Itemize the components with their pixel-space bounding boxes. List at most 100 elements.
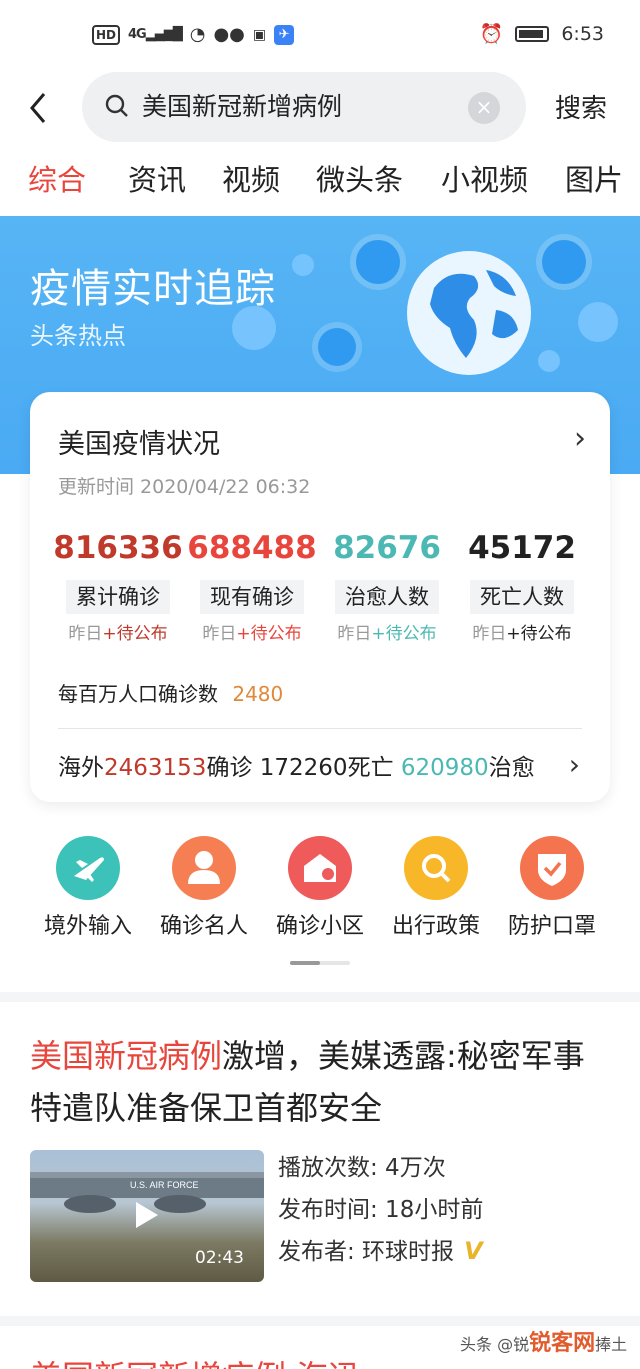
stat-recovered: 82676 治愈人数 昨日+待公布 <box>317 528 457 646</box>
search-box[interactable]: 美国新冠新增病例 × <box>82 72 526 142</box>
back-arrow-icon[interactable] <box>24 88 60 128</box>
banner-subtitle: 头条热点 <box>30 322 126 350</box>
stat-label: 治愈人数 <box>335 580 439 614</box>
overseas-recovered-label: 治愈 <box>488 755 535 781</box>
chevron-right-icon[interactable]: › <box>569 750 580 780</box>
banner-title: 疫情实时追踪 <box>30 266 276 312</box>
stat-label: 累计确诊 <box>66 580 170 614</box>
quick-link-celebrities[interactable]: 确诊名人 <box>146 836 262 940</box>
overseas-summary[interactable]: 海外2463153确诊 172260死亡 620980治愈 <box>58 748 535 782</box>
update-time: 更新时间 2020/04/22 06:32 <box>58 476 311 498</box>
quick-link-label: 确诊小区 <box>275 914 364 939</box>
overseas-prefix: 海外 <box>58 755 104 781</box>
stat-value: 45172 <box>468 530 576 566</box>
stat-value: 82676 <box>333 530 441 566</box>
watermark: 头条 @锐锐客网捧土 <box>460 1325 627 1357</box>
watermark-source: 头条 @锐 <box>460 1335 530 1354</box>
virus-icon <box>292 254 314 276</box>
category-tabs: 综合 资讯 视频 微头条 小视频 图片 <box>0 158 640 214</box>
video-duration: 02:43 <box>195 1248 244 1268</box>
page-indicator <box>290 961 350 965</box>
shield-check-icon <box>520 836 584 900</box>
network-signal-icon: 4G▂▄▆█ <box>128 27 183 42</box>
search-icon <box>105 94 128 117</box>
stat-note: 昨日+待公布 <box>472 624 572 644</box>
quick-link-imported-cases[interactable]: 境外输入 <box>30 836 146 940</box>
alarm-icon: ⏰ <box>479 23 504 45</box>
divider <box>58 728 582 729</box>
quick-link-label: 确诊名人 <box>159 914 248 939</box>
battery-icon <box>515 25 550 42</box>
quick-link-label: 防护口罩 <box>507 914 596 939</box>
quick-link-label: 境外输入 <box>43 914 132 939</box>
person-icon <box>172 836 236 900</box>
stat-deaths: 45172 死亡人数 昨日+待公布 <box>452 528 592 646</box>
watermark-logo: 锐客网 <box>529 1331 596 1356</box>
quick-link-label: 出行政策 <box>391 914 480 939</box>
hd-badge: HD <box>92 24 121 45</box>
stat-total-confirmed: 816336 累计确诊 昨日+待公布 <box>48 528 188 646</box>
quick-links: 境外输入 确诊名人 确诊小区 出行政策 防护口罩 <box>0 836 640 946</box>
app-notification-icon: ▣ <box>252 26 267 43</box>
tab-all[interactable]: 综合 <box>28 158 86 202</box>
overseas-recovered: 620980 <box>400 755 489 781</box>
per-million-label: 每百万人口确诊数 <box>58 682 218 706</box>
stat-label: 死亡人数 <box>470 580 574 614</box>
per-million-row: 每百万人口确诊数 2480 <box>58 678 283 707</box>
feishu-icon: ✈ <box>274 24 295 45</box>
search-input[interactable]: 美国新冠新增病例 <box>142 90 342 124</box>
watermark-suffix: 捧土 <box>595 1335 628 1354</box>
publisher-name: 发布者: 环球时报 <box>278 1239 455 1265</box>
tab-news[interactable]: 资讯 <box>128 158 186 202</box>
plane-icon <box>56 836 120 900</box>
stat-current-confirmed: 688488 现有确诊 昨日+待公布 <box>182 528 322 646</box>
video-thumbnail[interactable]: U.S. AIR FORCE 02:43 <box>30 1150 264 1282</box>
wechat-icon: ●● <box>213 24 245 45</box>
clock: 6:53 <box>561 22 604 45</box>
wifi-icon: ◔ <box>189 24 206 45</box>
virus-icon <box>232 306 276 350</box>
search-icon <box>404 836 468 900</box>
search-button[interactable]: 搜索 <box>555 88 607 125</box>
clear-icon[interactable]: × <box>468 92 500 124</box>
card-title: 美国疫情状况 <box>58 429 220 460</box>
next-article-title[interactable]: 美国新冠新增病例 海迅 <box>30 1352 360 1369</box>
stat-note: 昨日+待公布 <box>68 624 168 644</box>
stat-note: 昨日+待公布 <box>337 624 437 644</box>
play-icon[interactable] <box>136 1202 158 1228</box>
overseas-confirmed: 2463153 <box>104 755 207 781</box>
sanitizer-icon <box>542 240 586 284</box>
tab-video[interactable]: 视频 <box>222 158 280 202</box>
network-type: 4G <box>128 27 147 42</box>
virus-icon <box>538 350 560 372</box>
tab-micro-headlines[interactable]: 微头条 <box>316 158 403 202</box>
overseas-confirmed-label: 确诊 <box>206 755 253 781</box>
status-bar: HD 4G▂▄▆█ ◔ ●● ▣ ✈ ⏰ 6:53 <box>0 0 640 70</box>
chevron-right-icon[interactable]: › <box>574 422 586 456</box>
us-epidemic-card[interactable]: 美国疫情状况 › 更新时间 2020/04/22 06:32 816336 累计… <box>30 392 610 802</box>
tab-short-video[interactable]: 小视频 <box>441 158 528 202</box>
verified-badge-icon: V <box>464 1237 483 1265</box>
aircraft-text: U.S. AIR FORCE <box>130 1180 199 1190</box>
house-pin-icon <box>288 836 352 900</box>
status-right: ⏰ 6:53 <box>479 22 604 46</box>
video-plays: 播放次数: 4万次 <box>278 1155 446 1181</box>
quick-link-masks[interactable]: 防护口罩 <box>494 836 610 940</box>
mask-icon <box>356 240 400 284</box>
stat-note: 昨日+待公布 <box>202 624 302 644</box>
stat-label: 现有确诊 <box>200 580 304 614</box>
virus-icon <box>578 302 618 342</box>
video-published: 发布时间: 18小时前 <box>278 1197 484 1223</box>
quick-link-communities[interactable]: 确诊小区 <box>262 836 378 940</box>
stat-value: 816336 <box>53 530 183 566</box>
quick-link-travel-policy[interactable]: 出行政策 <box>378 836 494 940</box>
article-title[interactable]: 美国新冠病例激增，美媒透露:秘密军事特遣队准备保卫首都安全 <box>30 1030 610 1134</box>
article-title-highlight: 美国新冠病例 <box>30 1037 223 1075</box>
section-separator <box>0 992 640 1002</box>
status-left: HD 4G▂▄▆█ ◔ ●● ▣ ✈ <box>92 24 295 45</box>
medical-cross-icon <box>318 328 356 366</box>
video-publisher[interactable]: 发布者: 环球时报 V <box>278 1232 483 1266</box>
tab-images[interactable]: 图片 <box>565 158 623 202</box>
stat-value: 688488 <box>187 530 317 566</box>
overseas-deaths: 172260 <box>259 755 348 781</box>
